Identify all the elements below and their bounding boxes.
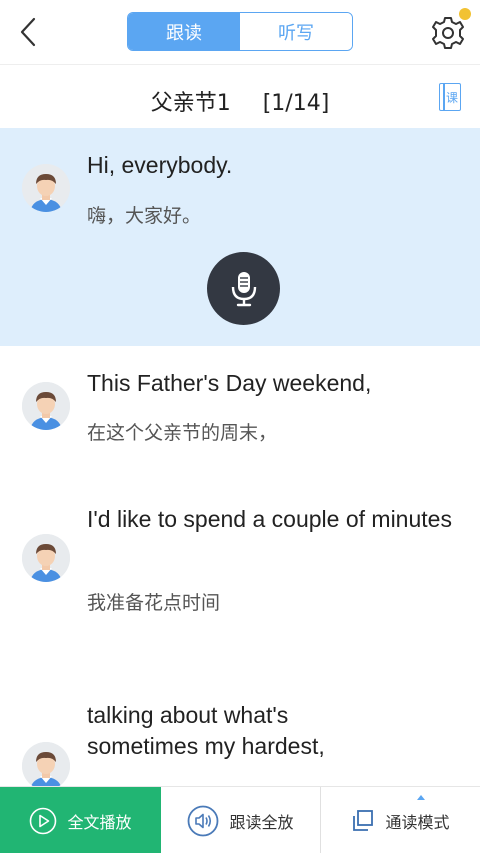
mode-segmented-control: 跟读 听写 [127, 12, 353, 51]
read-mode-button[interactable]: 通读模式 [321, 787, 480, 853]
sentence-english: I'd like to spend a couple of minutes [87, 506, 452, 532]
sentence-chinese: 在这个父亲节的周末， [87, 422, 278, 444]
follow-read-all-button[interactable]: 跟读全放 [161, 787, 321, 853]
sentence-item[interactable]: This Father's Day weekend, 在这个父亲节的周末， [0, 346, 480, 476]
notification-dot [459, 8, 471, 20]
back-chevron-icon[interactable] [12, 12, 48, 52]
sentence-item[interactable]: talking about what's sometimes my hardes… [0, 670, 480, 786]
sentence-english: talking about what's sometimes my hardes… [87, 702, 325, 759]
tab-dictation[interactable]: 听写 [240, 13, 352, 50]
sentence-item[interactable]: Hi, everybody. 嗨，大家好。 [0, 128, 480, 346]
sentence-list: Hi, everybody. 嗨，大家好。 This Father's Day … [0, 128, 480, 786]
read-mode-label: 通读模式 [385, 812, 450, 832]
sentence-chinese: 我准备花点时间 [87, 592, 221, 614]
avatar [22, 742, 70, 786]
sentence-english: Hi, everybody. [87, 152, 233, 178]
top-bar: 跟读 听写 [0, 0, 480, 64]
speaker-circle-icon [187, 805, 219, 837]
avatar [22, 534, 70, 582]
avatar [22, 164, 70, 212]
sentence-english: This Father's Day weekend, [87, 370, 372, 396]
play-all-label: 全文播放 [67, 812, 132, 832]
play-all-button[interactable]: 全文播放 [0, 787, 161, 853]
lesson-progress: [1/14] [262, 91, 330, 116]
microphone-button[interactable] [207, 252, 280, 325]
copy-pages-icon [351, 809, 375, 833]
sentence-item[interactable]: I'd like to spend a couple of minutes 我准… [0, 476, 480, 670]
bottom-bar: 全文播放 跟读全放 通读模式 [0, 786, 480, 853]
avatar [22, 382, 70, 430]
book-icon[interactable]: 课 [439, 83, 461, 111]
play-circle-icon [29, 807, 57, 835]
follow-read-all-label: 跟读全放 [229, 812, 294, 832]
lesson-bar: 父亲节1 [1/14] 课 [0, 64, 480, 128]
microphone-icon [231, 271, 256, 306]
sentence-chinese: 嗨，大家好。 [87, 205, 202, 227]
lesson-title: 父亲节1 [1/14] [0, 85, 480, 117]
lesson-name: 父亲节1 [150, 91, 231, 116]
book-icon-label: 课 [445, 90, 458, 105]
caret-up-icon [417, 795, 425, 800]
tab-follow-read[interactable]: 跟读 [128, 13, 240, 50]
